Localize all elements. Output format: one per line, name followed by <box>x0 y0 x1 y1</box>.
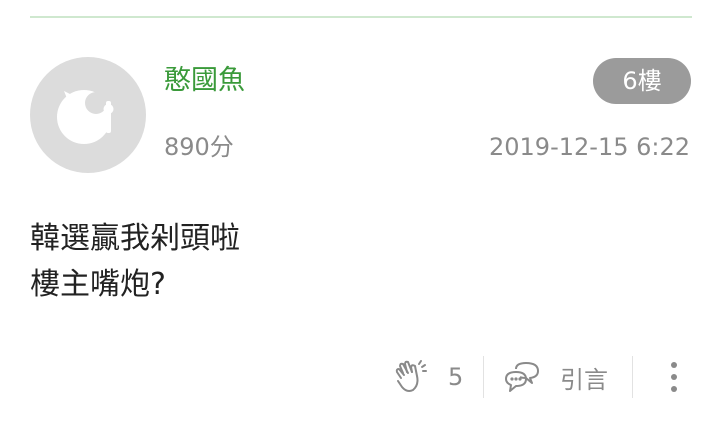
floor-badge: 6樓 <box>593 58 691 104</box>
action-separator <box>483 356 484 398</box>
quote-label: 引言 <box>560 365 608 394</box>
default-avatar-icon <box>57 90 114 144</box>
like-button[interactable]: 5 <box>392 352 463 402</box>
vertical-dot <box>671 374 677 380</box>
post-content-line: 樓主嘴炮? <box>30 267 166 302</box>
post-timestamp: 2019-12-15 6:22 <box>489 133 690 161</box>
action-separator <box>632 356 633 398</box>
vertical-dots-icon <box>671 362 677 368</box>
more-options-button[interactable] <box>660 358 688 396</box>
clap-hands-icon <box>395 360 427 392</box>
top-divider <box>30 16 692 18</box>
post-content-line: 韓選贏我剁頭啦 <box>30 221 240 256</box>
post-content: 韓選贏我剁頭啦 樓主嘴炮? <box>30 216 240 308</box>
user-score: 890分 <box>164 133 234 161</box>
like-count: 5 <box>448 363 464 391</box>
post-action-bar: 5 引言 <box>0 352 720 402</box>
username[interactable]: 憨國魚 <box>164 64 245 98</box>
quote-button[interactable]: 引言 <box>502 352 608 402</box>
speech-bubbles-icon <box>505 362 539 392</box>
vertical-dot <box>671 386 677 392</box>
avatar[interactable] <box>30 57 146 173</box>
